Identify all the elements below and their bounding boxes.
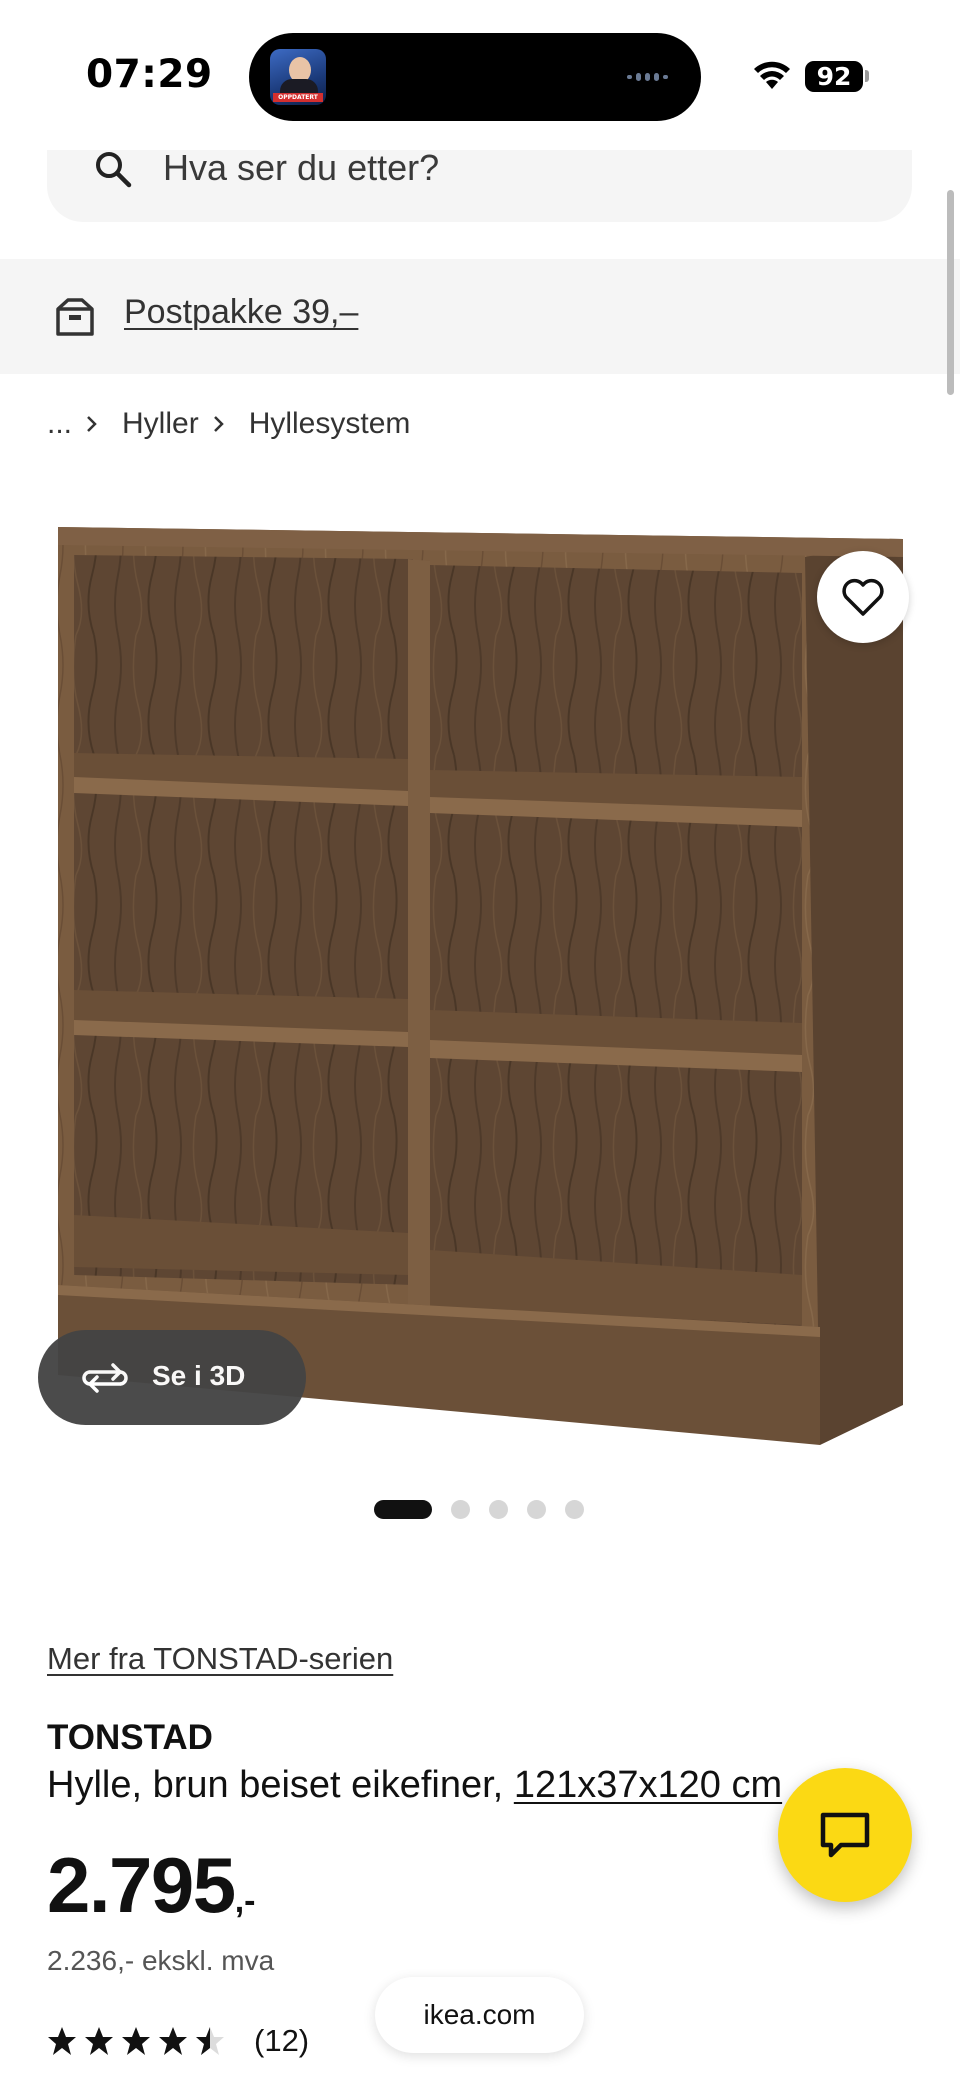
product-name: TONSTAD bbox=[47, 1718, 213, 1757]
search-bar[interactable]: Hva ser du etter? bbox=[47, 150, 912, 222]
carousel-dot[interactable] bbox=[565, 1500, 584, 1519]
star-icon bbox=[159, 2027, 187, 2055]
breadcrumb-ellipsis[interactable]: ... bbox=[47, 407, 72, 441]
product-dimensions-link[interactable]: 121x37x120 cm bbox=[514, 1764, 782, 1806]
breadcrumb-item-hyllesystem[interactable]: Hyllesystem bbox=[249, 407, 411, 441]
status-bar: 07:29 OPPDATERT 92 bbox=[0, 0, 960, 150]
carousel-dot[interactable] bbox=[489, 1500, 508, 1519]
product-image[interactable] bbox=[50, 515, 910, 1445]
carousel-dot[interactable] bbox=[451, 1500, 470, 1519]
breadcrumb-item-hyller[interactable]: Hyller bbox=[122, 407, 199, 441]
news-thumbnail-tag: OPPDATERT bbox=[273, 93, 323, 102]
view-in-3d-label: Se i 3D bbox=[152, 1360, 246, 1391]
battery-tip bbox=[865, 70, 869, 82]
rotate-3d-icon bbox=[82, 1363, 128, 1393]
price-amount: 2.795 bbox=[47, 1841, 236, 1929]
star-half-icon bbox=[196, 2027, 224, 2055]
delivery-option-link[interactable]: Postpakke 39,– bbox=[124, 293, 358, 332]
chat-button[interactable] bbox=[778, 1768, 912, 1902]
product-description: Hylle, brun beiset eikefiner, 121x37x120… bbox=[47, 1764, 782, 1807]
chevron-right-icon bbox=[82, 407, 122, 441]
star-icon bbox=[122, 2027, 150, 2055]
battery-indicator: 92 bbox=[805, 61, 863, 92]
product-price: 2.795,- bbox=[47, 1840, 255, 1930]
browser-url-pill[interactable]: ikea.com bbox=[375, 1977, 584, 2053]
heart-icon bbox=[842, 578, 884, 616]
product-description-text: Hylle, brun beiset eikefiner, bbox=[47, 1764, 504, 1806]
price-suffix: ,- bbox=[234, 1882, 256, 1920]
carousel-dot-active[interactable] bbox=[374, 1500, 432, 1519]
price-ex-vat: 2.236,- ekskl. mva bbox=[47, 1945, 275, 1976]
carousel-dot[interactable] bbox=[527, 1500, 546, 1519]
search-input[interactable]: Hva ser du etter? bbox=[163, 150, 439, 186]
breadcrumb: ... Hyller Hyllesystem bbox=[47, 407, 410, 441]
search-icon bbox=[96, 152, 132, 188]
dynamic-island[interactable]: OPPDATERT bbox=[249, 33, 701, 121]
news-thumbnail-icon: OPPDATERT bbox=[270, 49, 326, 105]
rating-count[interactable]: (12) bbox=[254, 2023, 309, 2059]
star-icon bbox=[48, 2027, 76, 2055]
chevron-right-icon bbox=[199, 407, 249, 441]
wifi-icon bbox=[754, 61, 790, 89]
chat-bubble-icon bbox=[820, 1812, 870, 1858]
star-icon bbox=[85, 2027, 113, 2055]
favorite-button[interactable] bbox=[817, 551, 909, 643]
scrollbar[interactable] bbox=[947, 190, 954, 395]
box-icon bbox=[56, 298, 94, 336]
product-rating[interactable]: (12) bbox=[47, 2021, 309, 2061]
status-time: 07:29 bbox=[86, 52, 213, 97]
view-in-3d-button[interactable]: Se i 3D bbox=[38, 1330, 306, 1425]
delivery-banner[interactable]: Postpakke 39,– bbox=[0, 259, 960, 374]
audio-waveform-icon bbox=[627, 73, 675, 81]
series-link[interactable]: Mer fra TONSTAD-serien bbox=[47, 1641, 393, 1677]
